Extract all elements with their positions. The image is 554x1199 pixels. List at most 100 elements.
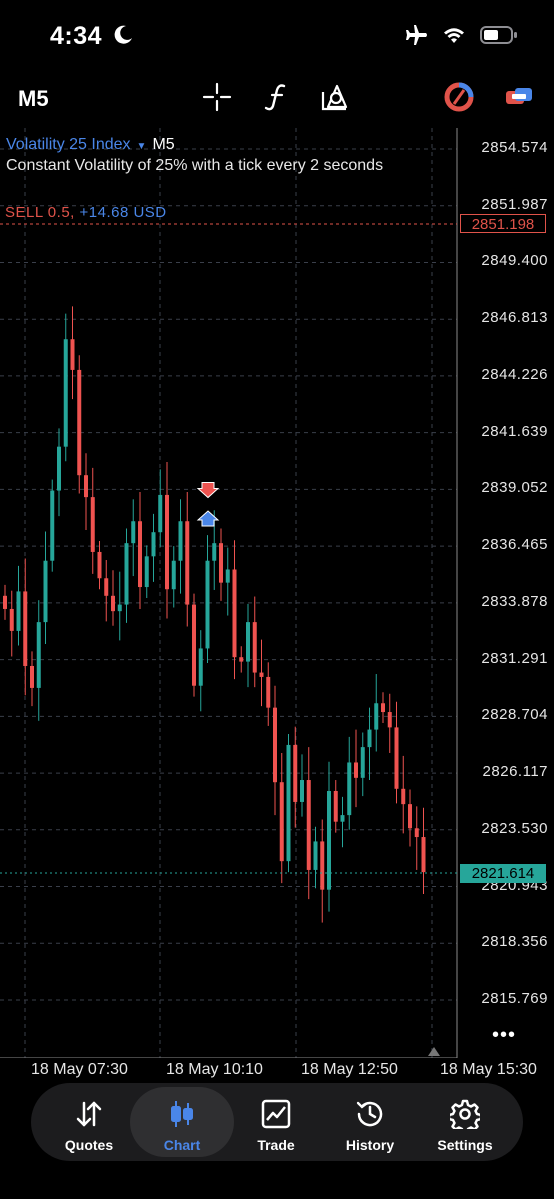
- candle: [394, 727, 399, 789]
- tab-label: Settings: [437, 1137, 493, 1153]
- trade-chart-icon: [261, 1099, 291, 1129]
- symbol-name: Volatility 25 Index: [6, 136, 131, 153]
- candle: [57, 446, 61, 491]
- candle: [306, 780, 311, 870]
- price-axis-label: 2849.400: [481, 252, 548, 270]
- candle: [50, 490, 55, 561]
- candle: [171, 560, 176, 590]
- tab-chart[interactable]: Chart: [130, 1087, 234, 1157]
- candle: [138, 521, 142, 588]
- candle: [77, 369, 82, 476]
- candle: [300, 780, 304, 802]
- candle: [246, 622, 250, 662]
- candle: [360, 747, 365, 778]
- price-axis-label: 2841.639: [481, 422, 548, 440]
- quotes-icon: [76, 1101, 102, 1127]
- timeframe-button[interactable]: M5: [18, 86, 49, 112]
- candle: [23, 591, 28, 666]
- candle: [320, 841, 325, 890]
- candle: [273, 707, 277, 783]
- tab-history[interactable]: History: [322, 1083, 418, 1161]
- time-label: 18 May 12:50: [301, 1061, 398, 1078]
- candle: [374, 703, 379, 730]
- buy-arrow-marker: [196, 510, 220, 527]
- more-button[interactable]: •••: [492, 1024, 516, 1047]
- candle: [408, 804, 412, 829]
- price-axis-label: 2854.574: [481, 139, 548, 156]
- price-chart[interactable]: [0, 128, 554, 1058]
- candle: [381, 703, 385, 713]
- candle: [117, 604, 122, 612]
- price-axis-label: 2846.813: [481, 309, 548, 327]
- candlestick-icon: [171, 1101, 193, 1127]
- candle: [387, 712, 392, 728]
- status-bar: 4:34: [0, 0, 554, 75]
- candle: [266, 676, 271, 708]
- symbol-header[interactable]: Volatility 25 Index ▼ M5: [6, 136, 175, 154]
- wifi-icon: [444, 28, 464, 43]
- candle: [414, 828, 419, 838]
- status-time: 4:34: [50, 22, 103, 50]
- moon-icon: [114, 25, 132, 44]
- symbol-description: Constant Volatility of 25% with a tick e…: [6, 157, 384, 174]
- candle: [293, 744, 298, 802]
- price-axis-label: 2815.769: [481, 990, 548, 1007]
- tab-settings[interactable]: Settings: [417, 1083, 513, 1161]
- objects-icon[interactable]: [320, 82, 350, 112]
- position-type: SELL 0.5,: [5, 204, 75, 221]
- candle: [185, 521, 190, 605]
- price-axis-label: 2833.878: [481, 592, 548, 610]
- candle: [205, 560, 210, 649]
- tab-label: Trade: [257, 1137, 295, 1153]
- candle: [3, 595, 7, 609]
- candle: [198, 648, 203, 686]
- candle: [313, 841, 318, 870]
- time-label: 18 May 15:30: [440, 1061, 537, 1078]
- current-price-label: 2821.614: [460, 864, 546, 883]
- candle: [151, 532, 156, 557]
- candle: [97, 551, 102, 579]
- candle: [219, 543, 223, 583]
- candle: [144, 556, 149, 588]
- tab-bar: Quotes Chart Trade History Settings: [31, 1083, 523, 1161]
- candle: [354, 762, 358, 778]
- chart-shift-icon: [428, 1047, 440, 1056]
- tab-quotes[interactable]: Quotes: [41, 1083, 137, 1161]
- trading-toggle-icon[interactable]: [504, 82, 534, 112]
- tab-trade[interactable]: Trade: [228, 1083, 324, 1161]
- dropdown-arrow-icon: ▼: [136, 141, 147, 152]
- candle: [84, 475, 88, 498]
- time-label: 18 May 10:10: [166, 1061, 263, 1078]
- candle: [30, 665, 34, 688]
- tab-label: History: [345, 1137, 395, 1153]
- candle: [367, 729, 372, 748]
- price-axis-label: 2831.291: [481, 649, 548, 667]
- price-axis-label: 2823.530: [481, 819, 548, 837]
- time-label: 18 May 07:30: [31, 1061, 128, 1078]
- battery-icon: [480, 26, 517, 44]
- candle: [327, 790, 331, 890]
- candle: [178, 521, 183, 561]
- indicators-icon[interactable]: [262, 82, 292, 112]
- crosshair-icon[interactable]: [202, 82, 232, 112]
- candle: [421, 837, 426, 873]
- candle: [158, 494, 163, 533]
- candle: [239, 657, 244, 662]
- candle: [63, 339, 68, 447]
- candle: [279, 782, 284, 862]
- position-pnl: +14.68 USD: [79, 204, 167, 221]
- candle: [286, 744, 291, 862]
- symbol-timeframe: M5: [152, 136, 175, 153]
- candle: [340, 815, 345, 822]
- price-axis-label: 2818.356: [481, 933, 548, 951]
- price-axis-label: 2828.704: [481, 706, 548, 724]
- position-line-label[interactable]: SELL 0.5, +14.68 USD: [5, 204, 167, 221]
- candle: [111, 595, 115, 612]
- bid-price-label: 2851.198: [460, 214, 546, 233]
- candle: [16, 591, 21, 631]
- candle: [131, 521, 136, 544]
- candle: [165, 494, 169, 590]
- chart-toolbar: M5: [0, 78, 554, 118]
- candle: [252, 622, 257, 673]
- signal-icon[interactable]: [444, 82, 474, 112]
